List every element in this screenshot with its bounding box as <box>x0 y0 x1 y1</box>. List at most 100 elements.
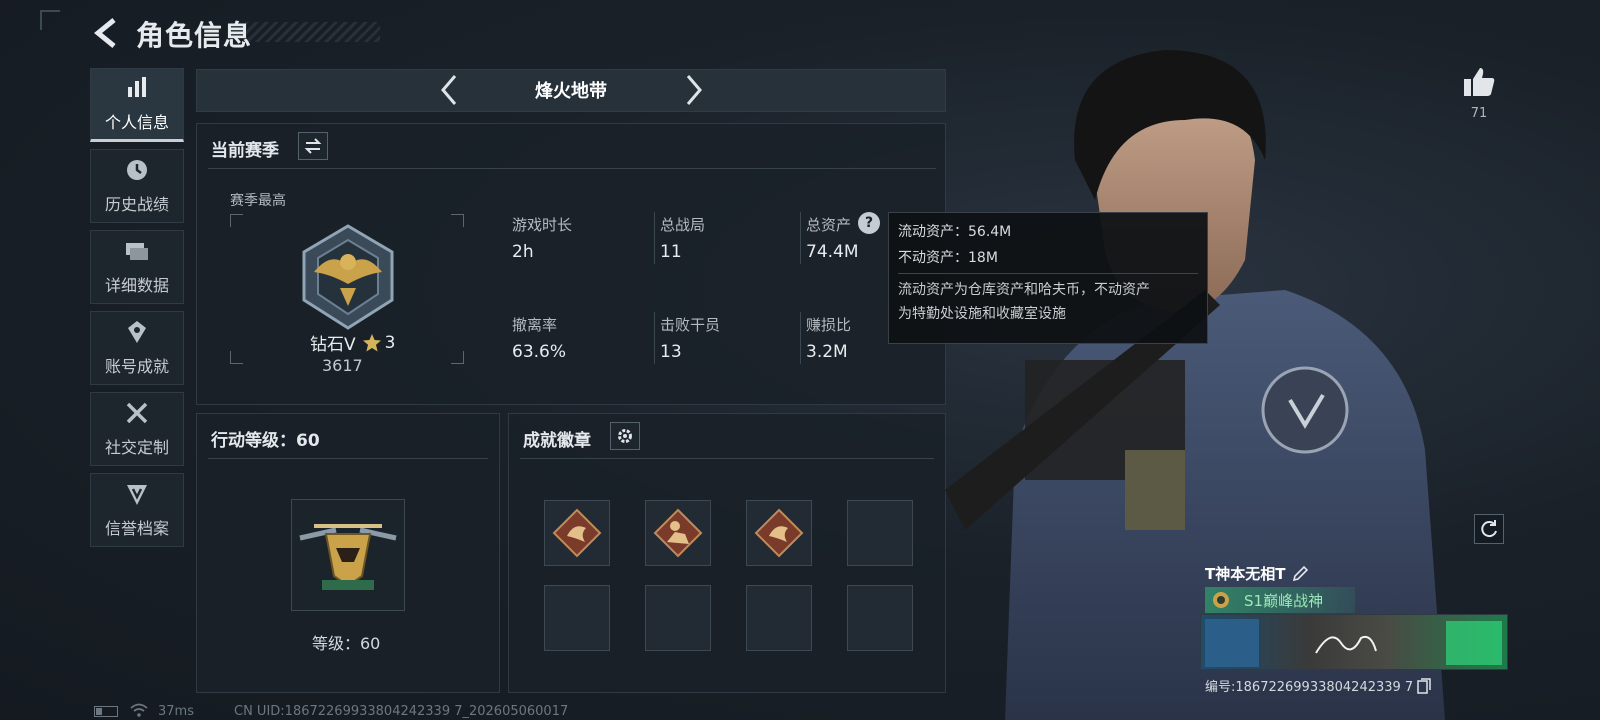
badges-title: 成就徽章 <box>523 431 591 451</box>
tooltip-divider <box>898 273 1198 274</box>
chevron-right-icon <box>686 75 702 105</box>
wreath-icon <box>1213 592 1229 608</box>
name-card-banner <box>1200 614 1508 670</box>
gear-icon <box>618 429 632 443</box>
wifi-icon <box>130 703 148 717</box>
badge-slot[interactable] <box>746 500 812 566</box>
page-title: 角色信息 <box>136 19 253 52</box>
dragon-badge-icon <box>552 508 602 558</box>
action-level-title: 行动等级：60 <box>211 431 320 451</box>
sidebar-item-label: 详细数据 <box>104 276 169 295</box>
badge-slot-empty[interactable] <box>847 500 913 566</box>
rank-score: 3617 <box>322 356 363 375</box>
stat-label-operators-defeated: 击败干员 <box>660 316 721 334</box>
avatar <box>1205 619 1259 667</box>
tooltip-description-1: 流动资产为仓库资产和哈夫币，不动资产 <box>898 282 1150 298</box>
title-badge[interactable]: S1巅峰战神 <box>1205 587 1355 613</box>
player-id-row: 编号:18672269933804242339 7 <box>1205 676 1431 695</box>
badge-slot-empty[interactable] <box>847 585 913 651</box>
copy-icon[interactable] <box>1417 677 1431 694</box>
back-button[interactable] <box>92 16 122 50</box>
stat-label-extract-rate: 撤离率 <box>512 316 558 334</box>
sidebar-item-label: 社交定制 <box>104 438 169 457</box>
badge-slot[interactable] <box>645 500 711 566</box>
bar-chart-icon <box>128 77 146 97</box>
clock-icon <box>127 160 147 180</box>
tooltip-liquid-assets: 流动资产：56.4M <box>898 224 1012 240</box>
corner-decoration <box>40 10 60 30</box>
sidebar-item-history[interactable]: 历史战绩 <box>90 149 184 223</box>
season-title: 当前赛季 <box>211 141 279 161</box>
medal-icon <box>128 321 146 343</box>
stacked-cards-icon <box>126 243 148 260</box>
mode-name: 烽火地带 <box>535 81 607 102</box>
rank-emblem-icon <box>302 224 394 330</box>
stat-label-total-assets: 总资产 <box>806 216 852 234</box>
like-button[interactable] <box>1461 64 1497 100</box>
action-level-label: 等级：60 <box>312 634 381 653</box>
action-level-divider <box>208 458 488 459</box>
mode-prev-button[interactable] <box>435 72 463 108</box>
sidebar-item-label: 个人信息 <box>104 113 169 132</box>
title-stripes <box>245 22 380 42</box>
back-arrow-icon <box>94 18 116 48</box>
badge-slot-empty[interactable] <box>544 585 610 651</box>
rank-stars: 3 <box>384 332 396 353</box>
wrench-icon <box>126 402 148 424</box>
tooltip-description-2: 为特勤处设施和收藏室设施 <box>898 306 1066 322</box>
stat-value-total-matches: 11 <box>660 242 682 262</box>
thumbs-up-icon <box>1464 68 1495 96</box>
badge-slot-empty[interactable] <box>645 585 711 651</box>
stat-value-operators-defeated: 13 <box>660 342 682 362</box>
badge-slot[interactable] <box>544 500 610 566</box>
title-badge-text: S1巅峰战神 <box>1244 591 1324 610</box>
player-id: 编号:18672269933804242339 7 <box>1205 680 1414 695</box>
stat-separator <box>800 212 801 264</box>
refresh-button[interactable] <box>1474 514 1504 544</box>
player-name-row: T神本无相T <box>1205 563 1309 584</box>
player-name: T神本无相T <box>1205 565 1286 583</box>
stat-value-extract-rate: 63.6% <box>512 342 567 362</box>
stat-value-total-assets: 74.4M <box>806 242 859 262</box>
badges-settings-button[interactable] <box>610 422 640 450</box>
stat-value-playtime: 2h <box>512 242 534 262</box>
card-art <box>1446 621 1502 665</box>
stat-label-playtime: 游戏时长 <box>512 216 573 234</box>
stat-value-profit-ratio: 3.2M <box>806 342 848 362</box>
swap-icon <box>304 138 322 154</box>
dragon-badge-icon <box>754 508 804 558</box>
chevron-left-icon <box>441 75 457 105</box>
helicopter-emblem-icon <box>299 524 397 590</box>
season-divider <box>208 168 936 169</box>
like-count: 71 <box>1470 106 1488 121</box>
soldier-badge-icon <box>653 508 703 558</box>
tooltip-fixed-assets: 不动资产：18M <box>898 250 998 266</box>
mode-next-button[interactable] <box>680 72 708 108</box>
star-icon <box>362 333 381 351</box>
sidebar-item-credit[interactable]: 信誉档案 <box>90 473 184 547</box>
season-best-label: 赛季最高 <box>230 193 286 209</box>
uid-text: CN UID:18672269933804242339 7_2026050600… <box>234 704 569 719</box>
sidebar-item-personal-info[interactable]: 个人信息 <box>90 68 184 142</box>
stat-separator <box>654 212 655 264</box>
stat-separator <box>654 312 655 364</box>
signature-icon <box>1315 635 1377 654</box>
assets-help-icon[interactable]: ? <box>858 212 880 234</box>
sidebar-item-label: 账号成就 <box>104 357 169 376</box>
battery-icon <box>94 706 118 717</box>
rank-name-row: 钻石V 3 <box>310 330 396 356</box>
rank-name: 钻石V <box>310 335 356 355</box>
stat-label-total-matches: 总战局 <box>660 216 706 234</box>
edit-name-icon[interactable] <box>1291 565 1309 583</box>
refresh-icon <box>1481 520 1497 538</box>
sidebar-item-label: 历史战绩 <box>104 195 169 214</box>
badge-slot-empty[interactable] <box>746 585 812 651</box>
assets-tooltip: 流动资产：56.4M 不动资产：18M 流动资产为仓库资产和哈夫币，不动资产 为… <box>888 212 1208 344</box>
season-switch-button[interactable] <box>298 132 328 160</box>
sidebar-item-achievements[interactable]: 账号成就 <box>90 311 184 385</box>
stat-separator <box>800 312 801 364</box>
sidebar-item-social-custom[interactable]: 社交定制 <box>90 392 184 466</box>
sidebar-item-detailed-data[interactable]: 详细数据 <box>90 230 184 304</box>
ping-text: 37ms <box>158 704 194 719</box>
stat-label-profit-ratio: 赚损比 <box>806 316 852 334</box>
